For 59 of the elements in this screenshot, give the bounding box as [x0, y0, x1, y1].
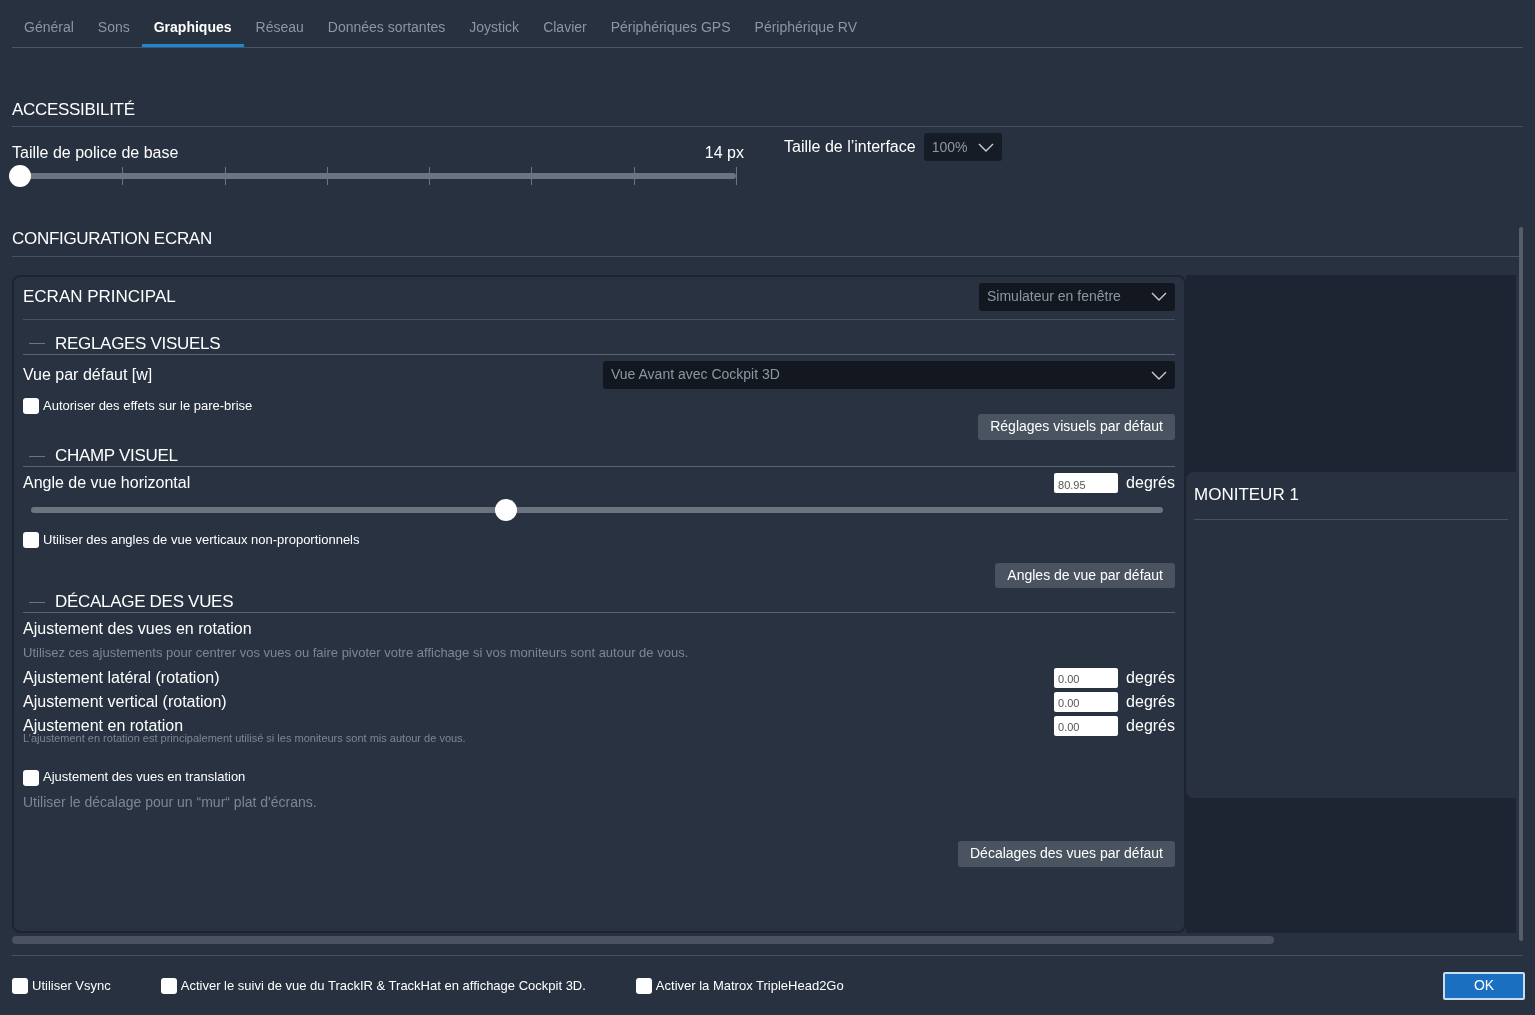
- help-text: Utilisez ces ajustements pour centrer vos vues ou faire pivoter votre affichage si vos moniteurs sont autour de vous.: [23, 645, 690, 662]
- subsection-heading: DÉCALAGE DES VUES: [55, 592, 234, 613]
- section-heading: ACCESSIBILITÉ: [12, 100, 1523, 128]
- unit-label: degrés: [1126, 715, 1175, 736]
- view-angle-label: Angle de vue horizontal: [23, 473, 191, 494]
- footer-option-checkbox[interactable]: [160, 977, 177, 994]
- settings-tab[interactable]: Général: [12, 14, 86, 47]
- default-visual-settings-button[interactable]: Réglages visuels par défaut: [978, 414, 1175, 440]
- windshield-effects-label: Autoriser des effets sur le pare-brise: [43, 398, 253, 415]
- non-proportional-angles-label: Utiliser des angles de vue verticaux non-proportionnels: [43, 532, 360, 549]
- adjustment-field[interactable]: 0.00: [1054, 715, 1119, 736]
- monitor-title: MONITEUR 1: [1194, 481, 1508, 521]
- settings-tab[interactable]: Joystick: [457, 14, 532, 47]
- panel-title: ECRAN PRINCIPAL: [23, 286, 176, 308]
- subsection-heading: REGLAGES VISUELS: [55, 333, 221, 355]
- settings-tab[interactable]: Données sortantes: [315, 14, 458, 47]
- adjustment-label: Ajustement vertical (rotation): [23, 692, 227, 712]
- help-text: Utiliser le décalage pour un “mur“ plat d'écrans.: [23, 793, 318, 812]
- adjustment-label: Ajustement en rotation: [23, 716, 184, 735]
- settings-tab[interactable]: Graphiques: [141, 14, 244, 47]
- translation-adjustment-checkbox[interactable]: [23, 769, 39, 786]
- subsection-subtitle: Ajustement des vues en rotation: [23, 619, 253, 640]
- unit-label: degrés: [1126, 691, 1175, 712]
- interface-size-label: Taille de l’interface: [784, 137, 916, 158]
- horizontal-scrollbar[interactable]: [12, 935, 1274, 944]
- footer-option-checkbox[interactable]: [12, 977, 28, 994]
- windshield-effects-checkbox[interactable]: [23, 398, 39, 415]
- adjustment-label: Ajustement latéral (rotation): [23, 668, 220, 688]
- unit-label: degrés: [1126, 473, 1175, 494]
- footer-option-label: Activer la Matrox TripleHead2Go: [655, 977, 844, 996]
- font-size-label: Taille de police de base: [12, 143, 179, 164]
- settings-tab[interactable]: Sons: [85, 14, 142, 47]
- non-proportional-angles-checkbox[interactable]: [23, 532, 39, 549]
- display-mode-dropdown[interactable]: Simulateur en fenêtre: [979, 282, 1175, 311]
- view-angle-field[interactable]: 80.95: [1054, 473, 1119, 494]
- adjustment-field[interactable]: 0.00: [1054, 691, 1119, 712]
- ok-button[interactable]: OK: [1443, 971, 1525, 1000]
- footer-option-checkbox[interactable]: [635, 977, 652, 994]
- default-view-offsets-button[interactable]: Décalages des vues par défaut: [958, 841, 1175, 867]
- footer-option-label: Utiliser Vsync: [32, 977, 111, 996]
- default-view-label: Vue par défaut [w]: [23, 365, 153, 386]
- settings-tab[interactable]: Périphérique RV: [742, 14, 870, 47]
- section-heading: CONFIGURATION ECRAN: [12, 229, 1523, 257]
- chevron-down-icon: [977, 142, 994, 152]
- footer-option-label: Activer le suivi de vue du TrackIR & TrackHat en affichage Cockpit 3D.: [180, 977, 586, 996]
- font-size-value: 14 px: [704, 143, 744, 164]
- chevron-down-icon: [1151, 292, 1167, 302]
- chevron-down-icon: [1151, 370, 1167, 380]
- default-view-dropdown[interactable]: Vue Avant avec Cockpit 3D: [603, 361, 1175, 390]
- vertical-scrollbar[interactable]: [1519, 226, 1523, 941]
- subsection-heading: CHAMP VISUEL: [55, 445, 178, 467]
- adjustment-field[interactable]: 0.00: [1054, 667, 1119, 688]
- settings-tab[interactable]: Réseau: [243, 14, 316, 47]
- default-view-angles-button[interactable]: Angles de vue par défaut: [995, 562, 1175, 589]
- settings-tab[interactable]: Périphériques GPS: [598, 14, 743, 47]
- unit-label: degrés: [1126, 667, 1175, 688]
- interface-size-dropdown[interactable]: 100%: [923, 133, 1002, 162]
- translation-adjustment-label: Ajustement des vues en translation: [43, 769, 246, 786]
- settings-tab[interactable]: Clavier: [531, 14, 599, 47]
